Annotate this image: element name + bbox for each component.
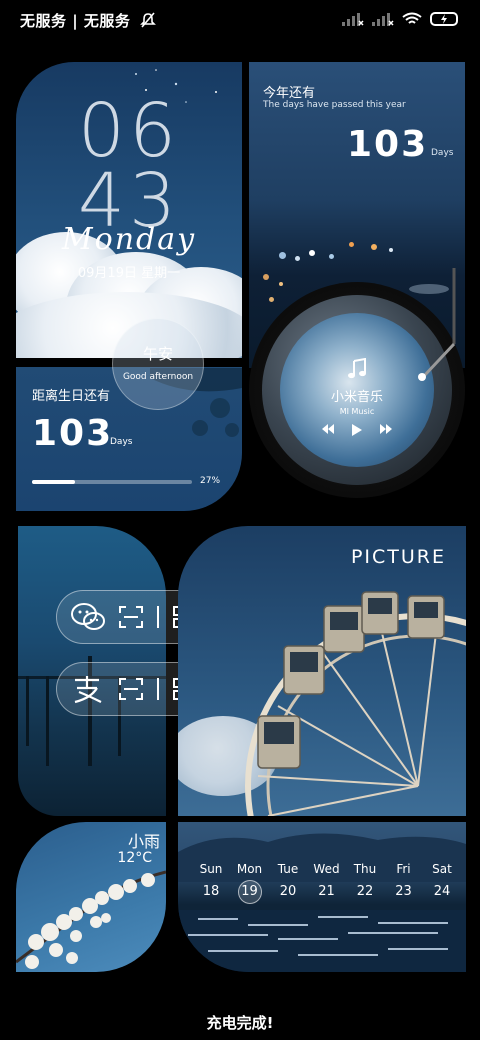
- calendar-day-name: Tue: [277, 862, 299, 876]
- calendar-day-date: 24: [433, 884, 451, 899]
- weather-widget[interactable]: 小雨 12°C: [16, 822, 166, 972]
- blossom-branch-image: [16, 870, 166, 969]
- calendar-day-date: 18: [202, 884, 220, 899]
- battery-charging-icon: [430, 12, 458, 26]
- scan-icon[interactable]: [119, 678, 143, 700]
- year-title: 今年还有: [263, 86, 316, 101]
- calendar-day[interactable]: Wed 21: [308, 862, 346, 899]
- calendar-widget[interactable]: Sun 18 Mon 19 Tue 20 Wed 21 Thu 22 Fri 23 Sat 24: [178, 822, 466, 972]
- alipay-icon[interactable]: [71, 674, 105, 704]
- divider: [157, 606, 159, 628]
- clock-weekday: Monday: [61, 222, 197, 257]
- year-unit: Days: [431, 148, 454, 158]
- bday-title: 距离生日还有: [32, 389, 111, 404]
- calendar-day-name: Thu: [353, 862, 377, 876]
- calendar-day-name: Sun: [199, 862, 223, 876]
- music-title: 小米音乐: [330, 390, 383, 405]
- divider: [157, 678, 159, 700]
- calendar-day[interactable]: Sun 18: [192, 862, 230, 899]
- clock-date: 09月19日 星期一: [77, 266, 181, 281]
- calendar-day[interactable]: Sat 24: [423, 862, 461, 899]
- calendar-day[interactable]: Tue 20: [269, 862, 307, 899]
- weather-condition: 小雨: [127, 832, 160, 851]
- greeting-bubble: 午安 Good afternoon: [112, 318, 204, 410]
- bday-value: 103: [32, 413, 114, 454]
- music-note-icon: [348, 357, 366, 379]
- year-value: 103: [347, 124, 429, 165]
- play-icon[interactable]: [352, 424, 362, 436]
- sparkling-lake: [178, 910, 466, 972]
- previous-icon[interactable]: [322, 424, 334, 434]
- calendar-day-name: Wed: [313, 862, 340, 876]
- calendar-day-date: 22: [356, 884, 374, 899]
- signal-2-icon: [372, 13, 394, 26]
- calendar-day-date: 21: [318, 884, 335, 899]
- bday-progress-track: [32, 480, 192, 484]
- bday-progress-label: 27%: [200, 476, 221, 486]
- calendar-day-date: 20: [279, 884, 297, 899]
- calendar-day[interactable]: Fri 23: [385, 862, 423, 899]
- mute-bell-icon: [140, 12, 157, 28]
- charge-complete-text: 充电完成!: [206, 1014, 274, 1032]
- picture-label: PICTURE: [350, 546, 446, 568]
- signal-1-icon: [342, 13, 364, 26]
- status-icons: [342, 12, 458, 26]
- calendar-day-name: Sat: [432, 862, 452, 876]
- calendar-day[interactable]: Thu 22: [346, 862, 384, 899]
- picture-widget[interactable]: PICTURE: [178, 526, 466, 816]
- wifi-icon: [402, 12, 422, 24]
- calendar-day-name: Fri: [396, 862, 411, 876]
- greeting-subtitle: Good afternoon: [122, 372, 194, 382]
- calendar-day[interactable]: Mon 19: [231, 862, 269, 904]
- next-icon[interactable]: [380, 424, 392, 434]
- clock-widget[interactable]: 06 43 Monday 09月19日 星期一: [16, 62, 242, 358]
- calendar-day-name: Mon: [236, 862, 263, 876]
- greeting-title: 午安: [142, 345, 173, 363]
- calendar-day-date: 19: [237, 880, 262, 904]
- bday-unit: Days: [110, 437, 133, 447]
- music-info: 小米音乐 MI Music: [280, 357, 434, 436]
- carrier-text: 无服务 | 无服务: [20, 12, 131, 30]
- wechat-icon[interactable]: [71, 602, 105, 632]
- year-subtitle: The days have passed this year: [263, 100, 406, 110]
- calendar-day-date: 23: [395, 884, 412, 899]
- ferris-wheel-image: [245, 591, 466, 816]
- bday-progress-fill: [32, 480, 76, 484]
- status-carrier: 无服务 | 无服务: [20, 10, 157, 31]
- scan-icon[interactable]: [119, 606, 143, 628]
- music-subtitle: MI Music: [339, 407, 375, 416]
